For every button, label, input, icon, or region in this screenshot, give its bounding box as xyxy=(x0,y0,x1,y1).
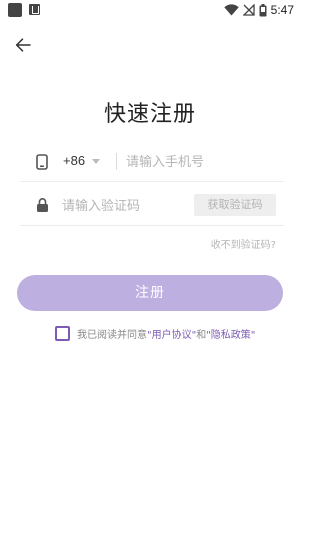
agreement-row: 我已阅读并同意"用户协议"和"隐私政策" xyxy=(55,325,255,341)
lock-icon xyxy=(37,198,48,212)
agreement-checkbox[interactable] xyxy=(55,325,70,341)
status-time: 5:47 xyxy=(270,3,294,17)
arrow-left-icon xyxy=(15,38,31,52)
status-bar: 5:47 xyxy=(0,0,300,20)
status-indicators: 5:47 xyxy=(223,0,294,20)
agreement-prefix: 我已阅读并同意 xyxy=(77,329,147,341)
country-code: +86 xyxy=(63,153,86,168)
chevron-down-icon xyxy=(92,159,100,164)
register-button[interactable]: 注册 xyxy=(17,275,283,311)
user-agreement-link[interactable]: "用户协议" xyxy=(147,330,196,341)
app-notification-icon xyxy=(8,3,22,17)
back-button[interactable] xyxy=(12,34,34,56)
page-title: 快速注册 xyxy=(103,102,196,127)
verification-code-row: 获取验证码 xyxy=(20,186,284,226)
phone-row: +86 xyxy=(20,142,284,182)
verification-code-input[interactable] xyxy=(62,194,182,218)
agreement-text: 我已阅读并同意"用户协议"和"隐私政策" xyxy=(77,326,255,341)
phone-input[interactable] xyxy=(126,150,276,174)
no-code-link[interactable]: 收不到验证码? xyxy=(211,236,276,251)
battery-icon xyxy=(259,3,267,17)
divider xyxy=(116,153,117,170)
phone-icon xyxy=(36,154,48,170)
wifi-icon xyxy=(223,4,239,16)
get-code-button[interactable]: 获取验证码 xyxy=(194,194,276,216)
agreement-and: 和 xyxy=(196,329,207,341)
no-signal-icon xyxy=(242,4,255,16)
store-notification-icon xyxy=(29,4,40,15)
privacy-policy-link[interactable]: "隐私政策" xyxy=(206,330,255,341)
